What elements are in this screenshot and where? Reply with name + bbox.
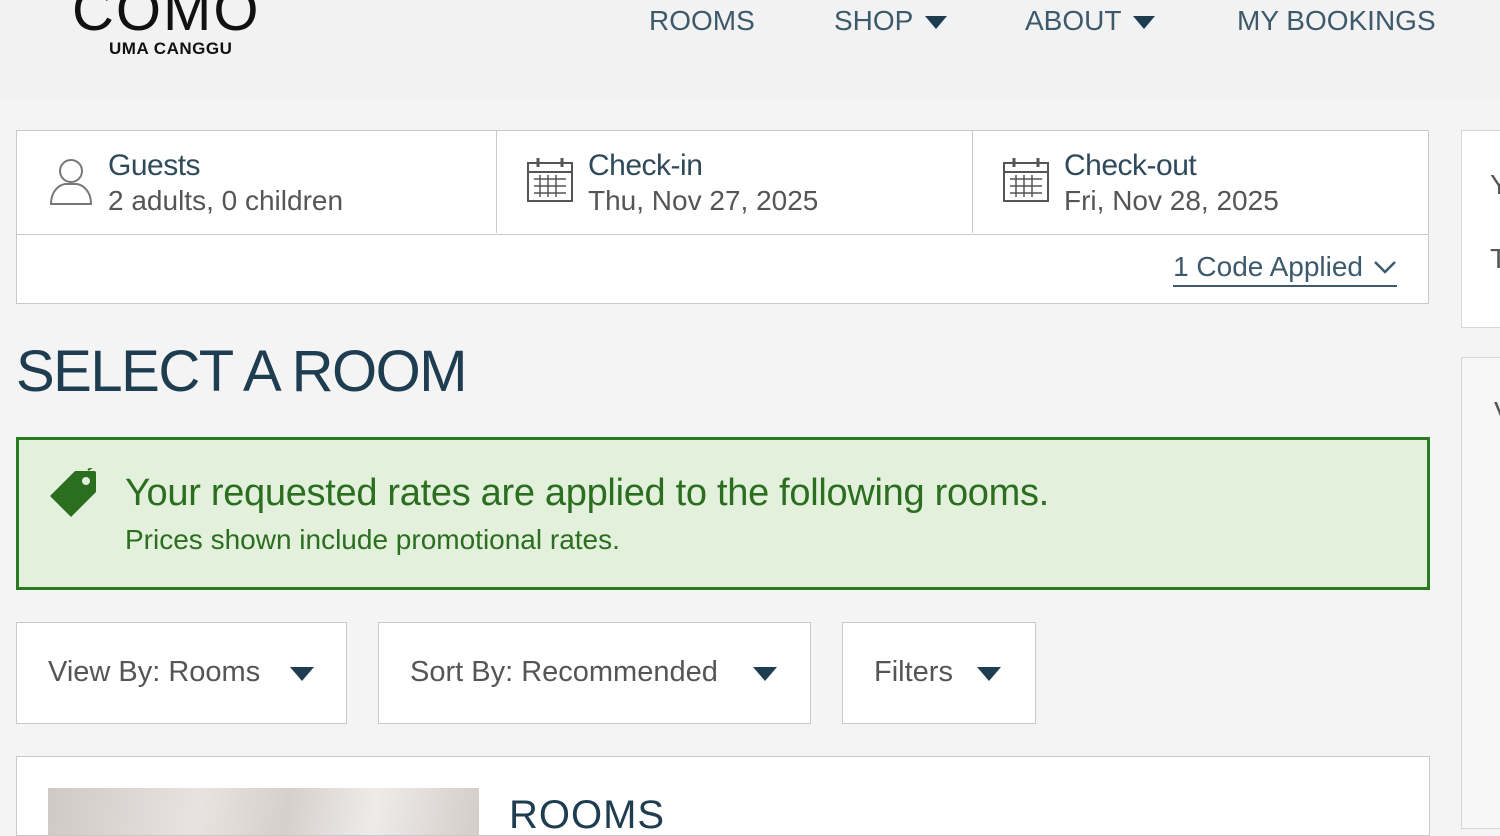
person-icon [47,157,95,212]
caret-down-icon [977,667,1001,681]
nav-shop-label: SHOP [834,5,914,36]
view-by-label: View By: Rooms [48,656,261,688]
room-section-heading: ROOMS [509,793,666,836]
side-panel-summary: Y T [1461,130,1500,328]
logo-wordmark: COMO [72,0,261,43]
chevron-down-icon [1133,15,1156,29]
checkin-value: Thu, Nov 27, 2025 [588,185,819,216]
alert-subtitle: Prices shown include promotional rates. [125,524,620,555]
nav-about-label: ABOUT [1025,5,1122,36]
booking-fields: Guests 2 adults, 0 children Check-in Thu… [17,131,1428,235]
side-panel-glyph: Y [1490,169,1500,200]
alert-title: Your requested rates are applied to the … [125,472,1049,514]
checkin-label: Check-in [588,149,703,182]
sort-by-label: Sort By: Recommended [410,656,718,688]
filters-label: Filters [874,656,953,688]
checkin-selector[interactable]: Check-in Thu, Nov 27, 2025 [496,131,972,233]
site-header: COMO UMA CANGGU ROOMS SHOP ABOUT MY BOOK… [0,0,1500,99]
code-applied-label: 1 Code Applied [1173,251,1363,282]
nav-shop[interactable]: SHOP [834,4,948,38]
tag-icon [49,465,99,523]
sort-by-dropdown[interactable]: Sort By: Recommended [378,622,811,724]
chevron-down-icon [925,15,948,29]
code-applied-link[interactable]: 1 Code Applied [1173,251,1397,287]
nav-my-bookings[interactable]: MY BOOKINGS [1237,4,1436,38]
booking-summary: Guests 2 adults, 0 children Check-in Thu… [16,130,1429,304]
view-by-dropdown[interactable]: View By: Rooms [16,622,347,724]
logo[interactable]: COMO UMA CANGGU [72,0,302,60]
nav-my-bookings-label: MY BOOKINGS [1237,5,1436,36]
side-panel-cart: V [1461,357,1500,829]
guests-value: 2 adults, 0 children [108,185,344,216]
side-panel-glyph: V [1494,396,1500,428]
nav-rooms[interactable]: ROOMS [649,4,755,38]
nav-rooms-label: ROOMS [649,5,755,36]
calendar-icon [526,157,574,208]
checkout-label: Check-out [1064,149,1197,182]
page-title: SELECT A ROOM [16,339,468,404]
caret-down-icon [753,667,777,681]
room-photo[interactable] [48,788,479,835]
guests-selector[interactable]: Guests 2 adults, 0 children [17,131,496,233]
filters-dropdown[interactable]: Filters [842,622,1036,724]
checkout-value: Fri, Nov 28, 2025 [1064,185,1279,216]
nav-about[interactable]: ABOUT [1025,4,1156,38]
chevron-down-icon [1373,259,1397,275]
side-panel-glyph: T [1490,243,1500,274]
guests-label: Guests [108,149,201,182]
room-card: ROOMS [16,756,1430,836]
logo-property-name: UMA CANGGU [109,39,233,58]
promo-rates-alert: Your requested rates are applied to the … [16,437,1430,590]
caret-down-icon [290,667,314,681]
checkout-selector[interactable]: Check-out Fri, Nov 28, 2025 [972,131,1429,233]
calendar-icon [1002,157,1050,208]
